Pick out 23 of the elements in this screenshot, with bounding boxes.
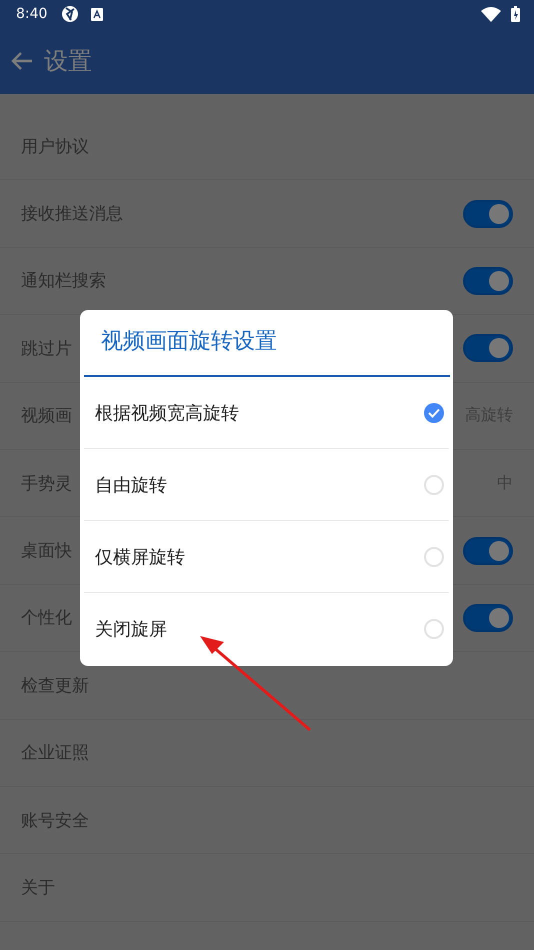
status-time: 8:40 — [16, 6, 48, 22]
wifi-icon — [481, 6, 501, 22]
toggle-switch[interactable] — [463, 604, 513, 632]
sync-icon — [61, 5, 80, 23]
toggle-switch[interactable] — [463, 266, 513, 295]
setting-label: 视频画 — [21, 405, 72, 428]
back-arrow-icon[interactable] — [10, 50, 34, 72]
radio-checked-icon[interactable] — [424, 402, 444, 422]
option-label: 仅横屏旋转 — [95, 546, 186, 568]
toggle-switch[interactable] — [463, 334, 513, 362]
dialog-title: 视频画面旋转设置 — [100, 328, 278, 356]
radio-button[interactable] — [424, 546, 444, 566]
page-title: 设置 — [44, 46, 92, 77]
keyboard-icon — [91, 8, 104, 20]
battery-icon — [511, 6, 520, 22]
radio-button[interactable] — [424, 474, 444, 494]
option-label: 关闭旋屏 — [95, 618, 168, 641]
option-label: 自由旋转 — [95, 474, 168, 496]
setting-label: 个性化 — [21, 607, 72, 630]
radio-button[interactable] — [424, 619, 444, 639]
toggle-switch[interactable] — [463, 536, 513, 565]
toggle-switch[interactable] — [463, 200, 513, 228]
option-label: 根据视频宽高旋转 — [95, 402, 240, 424]
